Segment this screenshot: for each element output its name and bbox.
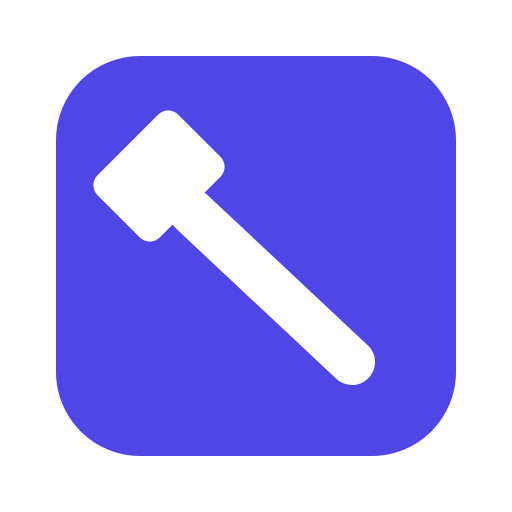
gavel-icon [56,56,456,456]
app-icon-tile[interactable] [56,56,456,456]
icon-canvas [0,0,512,512]
